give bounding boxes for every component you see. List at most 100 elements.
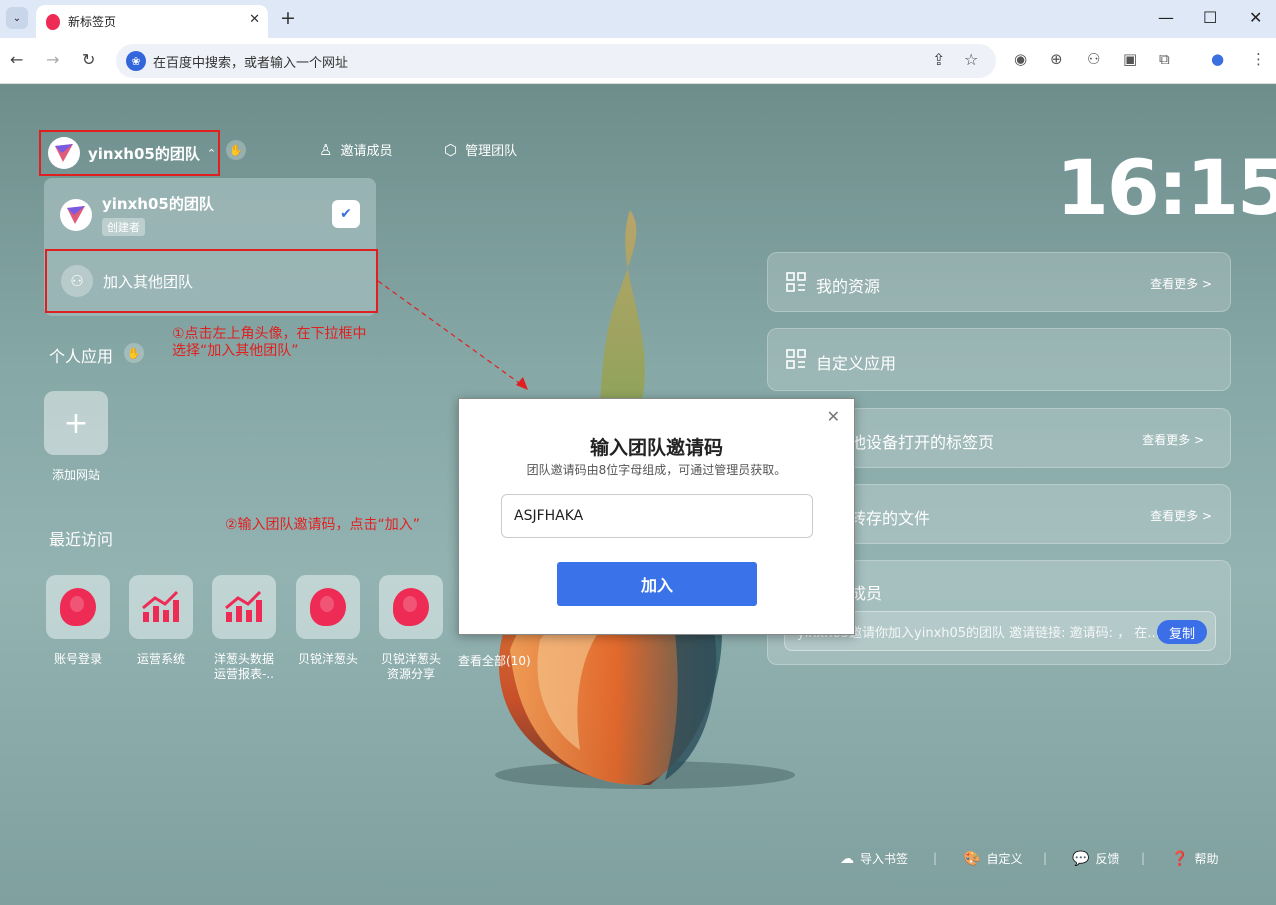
team-avatar <box>48 137 80 169</box>
footer-divider: | <box>933 851 938 865</box>
oray-logo-icon <box>310 588 346 626</box>
footer-divider: | <box>1043 851 1048 865</box>
recent-item-label-line2: 运营报表-.. <box>214 667 274 681</box>
annotation-step1: ①点击左上角头像，在下拉框中 选择“加入其他团队” <box>172 326 367 360</box>
import-bookmarks-link[interactable]: ☁ 导入书签 <box>840 850 908 867</box>
copy-button[interactable]: 复制 <box>1156 620 1207 644</box>
my-resources-panel[interactable]: 我的资源 查看更多 > <box>767 252 1231 312</box>
manage-team-label: 管理团队 <box>465 144 518 159</box>
annotation-step1-line1: ①点击左上角头像，在下拉框中 <box>172 326 367 342</box>
minimize-button[interactable]: — <box>1158 8 1174 27</box>
omnibox[interactable]: ❀ 在百度中搜索，或者输入一个网址 <box>116 44 996 78</box>
manage-team-link[interactable]: ⬡ 管理团队 <box>444 140 518 160</box>
drag-hand-icon[interactable]: ✋ <box>226 140 246 160</box>
join-other-team-item[interactable]: ⚇ 加入其他团队 <box>45 249 378 313</box>
recent-item-label: 洋葱头数据 运营报表-.. <box>202 652 286 682</box>
tab-strip: ⌄ 新标签页 ✕ + — ☐ ✕ <box>0 0 1276 38</box>
dropdown-team-name: yinxh05的团队 <box>102 195 214 213</box>
cloud-upload-icon: ☁ <box>840 850 854 867</box>
recent-item-label-line1: 洋葱头数据 <box>213 652 274 666</box>
extension-sync-icon[interactable]: ◉ <box>1014 50 1027 68</box>
view-all-recent-link[interactable]: 查看全部(10) <box>458 654 538 669</box>
dropdown-current-team[interactable]: yinxh05的团队 创建者 <box>60 193 214 236</box>
my-resources-more-link[interactable]: 查看更多 > <box>1150 275 1212 292</box>
feedback-link[interactable]: 💬 反馈 <box>1072 850 1119 867</box>
tab-title: 新标签页 <box>68 15 117 29</box>
invite-members-label: 邀请成员 <box>340 144 393 159</box>
recent-item-label: 贝锐洋葱头 资源分享 <box>371 652 451 682</box>
dialog-close-icon[interactable]: ✕ <box>827 407 840 426</box>
invite-code-input[interactable] <box>501 494 813 538</box>
share-icon[interactable]: ⇪ <box>932 50 945 69</box>
annotation-step2: ②输入团队邀请码，点击“加入” <box>225 517 421 533</box>
trend-chart-icon <box>142 590 179 622</box>
recent-item[interactable] <box>129 575 193 639</box>
help-question-icon: ❓ <box>1171 850 1189 867</box>
other-devices-title: 他设备打开的标签页 <box>850 433 995 452</box>
baidu-icon: ❀ <box>126 51 146 71</box>
dialog-subtitle: 团队邀请码由8位字母组成，可通过管理员获取。 <box>526 463 787 477</box>
oray-logo-icon <box>393 588 429 626</box>
customize-link[interactable]: 🎨 自定义 <box>963 850 1022 867</box>
recent-item-label: 账号登录 <box>53 652 102 666</box>
profile-avatar-icon[interactable]: ● <box>1211 50 1224 68</box>
recent-item-label-line1: 贝锐洋葱头 <box>380 652 441 666</box>
bookmark-star-icon[interactable]: ☆ <box>964 50 978 69</box>
custom-apps-title: 自定义应用 <box>816 354 897 373</box>
other-devices-more-link[interactable]: 查看更多 > <box>1142 431 1204 448</box>
drag-hand-icon[interactable]: ✋ <box>124 343 144 363</box>
recent-title: 最近访问 <box>49 530 114 549</box>
invite-members-link[interactable]: ♙ 邀请成员 <box>319 140 393 160</box>
extension-people-icon[interactable]: ⚇ <box>1087 50 1100 68</box>
my-resources-title: 我的资源 <box>816 277 881 296</box>
palette-icon: 🎨 <box>963 850 981 867</box>
annotation-step1-line2: 选择“加入其他团队” <box>172 343 299 359</box>
menu-kebab-icon[interactable]: ⋮ <box>1251 50 1266 68</box>
recent-item[interactable] <box>212 575 276 639</box>
join-button[interactable]: 加入 <box>557 562 757 606</box>
help-link[interactable]: ❓ 帮助 <box>1171 850 1218 867</box>
tab-favicon-icon <box>46 13 60 30</box>
tab-close-icon[interactable]: ✕ <box>249 12 260 27</box>
add-user-icon: ⚇ <box>61 265 93 297</box>
grid-icon <box>786 349 806 369</box>
recent-item[interactable] <box>296 575 360 639</box>
footer-divider: | <box>1141 851 1146 865</box>
forward-icon[interactable]: → <box>46 50 59 69</box>
custom-apps-panel[interactable]: 自定义应用 <box>767 328 1231 391</box>
paper-plane-icon <box>67 205 85 224</box>
add-site-label: 添加网站 <box>51 468 100 482</box>
recent-item[interactable] <box>379 575 443 639</box>
back-icon[interactable]: ← <box>10 50 23 69</box>
invite-code-dialog: ✕ 输入团队邀请码 团队邀请码由8位字母组成，可通过管理员获取。 加入 <box>458 398 855 635</box>
oray-logo-icon <box>60 588 96 626</box>
reload-icon[interactable]: ↻ <box>82 50 95 69</box>
window-close-button[interactable]: ✕ <box>1249 8 1262 27</box>
help-label: 帮助 <box>1194 852 1219 866</box>
person-icon: ♙ <box>319 140 333 159</box>
add-site-button[interactable]: + <box>44 391 108 455</box>
customize-label: 自定义 <box>986 852 1023 866</box>
grid-icon <box>786 272 806 292</box>
recent-item-label-line2: 资源分享 <box>386 667 435 681</box>
team-switcher-button[interactable]: yinxh05的团队 ⌃ <box>39 130 220 176</box>
omnibox-placeholder: 在百度中搜索，或者输入一个网址 <box>153 55 349 71</box>
saved-files-title: 转存的文件 <box>850 509 931 528</box>
recent-item[interactable] <box>46 575 110 639</box>
personal-apps-title: 个人应用 <box>49 347 114 366</box>
selected-check-icon: ✔ <box>332 200 360 228</box>
extensions-puzzle-icon[interactable]: ⧉ <box>1159 50 1170 68</box>
recent-item-label: 运营系统 <box>136 652 185 666</box>
extension-log-icon[interactable]: ▣ <box>1123 50 1137 68</box>
maximize-button[interactable]: ☐ <box>1203 8 1217 27</box>
tab-new-tab[interactable]: 新标签页 ✕ <box>36 5 268 38</box>
import-bookmarks-label: 导入书签 <box>860 852 909 866</box>
creator-badge: 创建者 <box>102 218 145 236</box>
team-name: yinxh05的团队 <box>88 144 200 163</box>
plus-icon: + <box>63 405 89 441</box>
dialog-title: 输入团队邀请码 <box>589 437 723 459</box>
extension-globe-icon[interactable]: ⊕ <box>1050 50 1063 68</box>
tab-search-dropdown-icon[interactable]: ⌄ <box>6 7 28 29</box>
saved-files-more-link[interactable]: 查看更多 > <box>1150 507 1212 524</box>
new-tab-button[interactable]: + <box>280 7 296 29</box>
